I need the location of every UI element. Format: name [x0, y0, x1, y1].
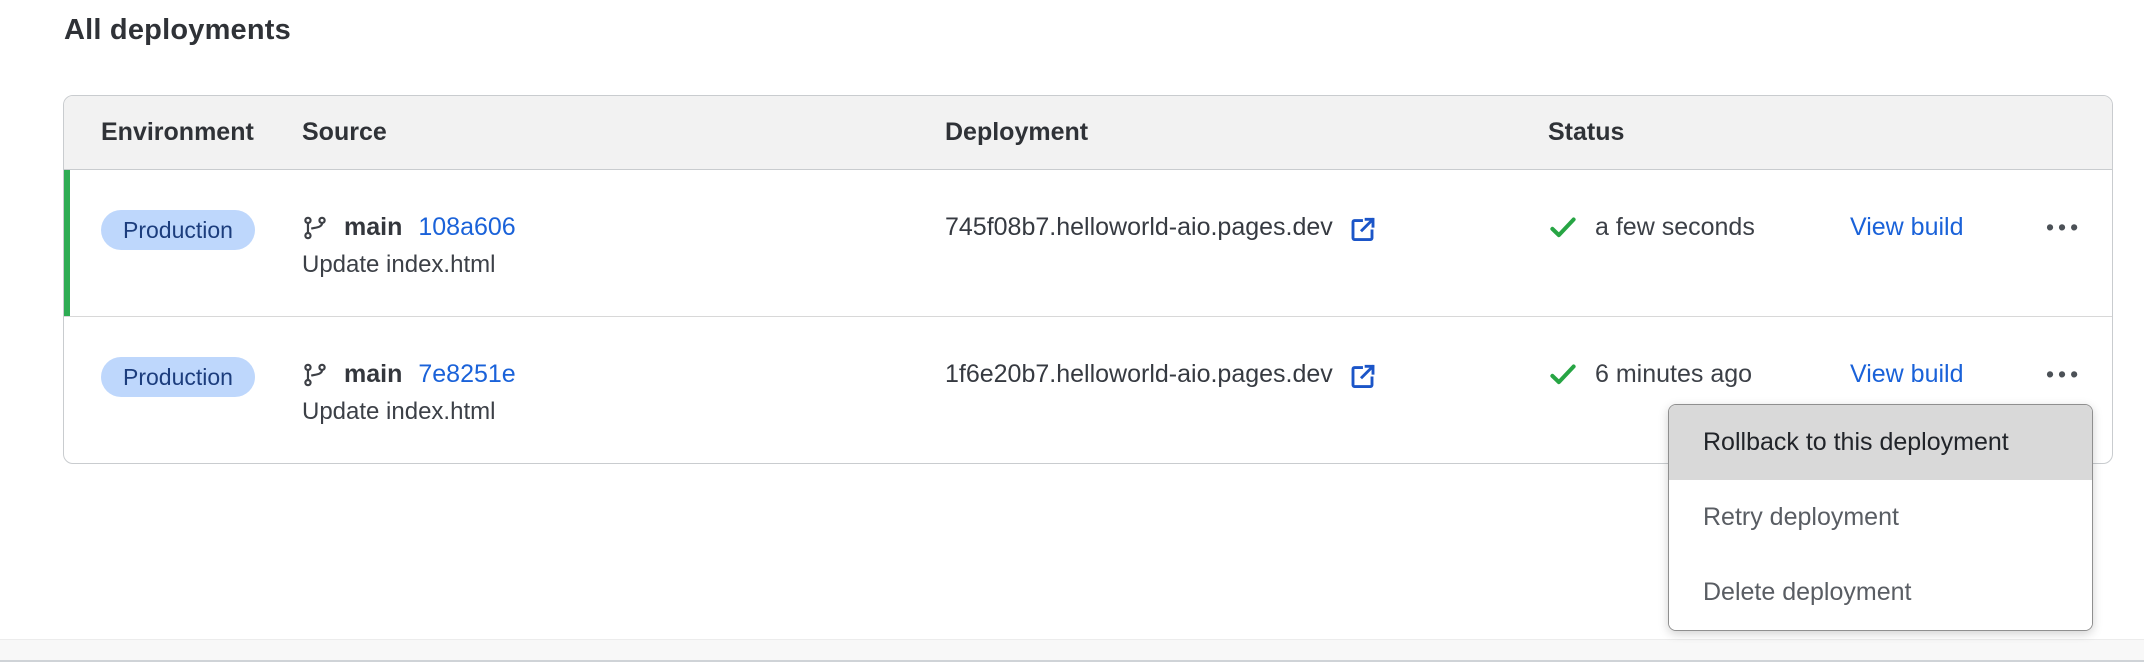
section-divider: [0, 639, 2144, 662]
status-cell: 6 minutes ago: [1548, 317, 1850, 391]
menu-item-retry[interactable]: Retry deployment: [1669, 480, 2092, 555]
deployments-page: { "title": "All deployments", "table": {…: [0, 0, 2144, 662]
git-branch-icon: [302, 362, 328, 388]
row-actions-button[interactable]: •••: [2046, 210, 2082, 244]
table-row-current-deployment: Production main 108a606 Update index.htm…: [64, 170, 2112, 316]
row-actions-cell: •••: [2046, 170, 2112, 244]
deployment-url: 1f6e20b7.helloworld-aio.pages.dev: [945, 357, 1333, 391]
environment-cell: Production: [101, 317, 302, 397]
environment-badge: Production: [101, 357, 255, 397]
view-build-link[interactable]: View build: [1850, 213, 1964, 241]
header-deployment: Deployment: [945, 118, 1548, 147]
external-link-icon[interactable]: [1348, 214, 1378, 244]
menu-item-rollback[interactable]: Rollback to this deployment: [1669, 405, 2092, 480]
header-source: Source: [302, 118, 945, 147]
deployment-cell: 745f08b7.helloworld-aio.pages.dev: [945, 170, 1548, 244]
branch-name: main: [344, 210, 402, 244]
page-title: All deployments: [64, 14, 291, 47]
status-text: a few seconds: [1595, 210, 1755, 244]
view-build-cell: View build: [1850, 317, 2046, 391]
branch-name: main: [344, 357, 402, 391]
external-link-icon[interactable]: [1348, 361, 1378, 391]
status-cell: a few seconds: [1548, 170, 1850, 244]
environment-cell: Production: [101, 170, 302, 250]
status-text: 6 minutes ago: [1595, 357, 1752, 391]
environment-badge: Production: [101, 210, 255, 250]
check-icon: [1548, 212, 1578, 242]
row-actions-cell: •••: [2046, 317, 2112, 391]
menu-item-delete[interactable]: Delete deployment: [1669, 555, 2092, 630]
check-icon: [1548, 359, 1578, 389]
table-header-row: Environment Source Deployment Status: [64, 96, 2112, 170]
source-cell: main 7e8251e Update index.html: [302, 317, 945, 429]
view-build-link[interactable]: View build: [1850, 360, 1964, 388]
deployment-cell: 1f6e20b7.helloworld-aio.pages.dev: [945, 317, 1548, 391]
row-actions-button[interactable]: •••: [2046, 357, 2082, 391]
header-status: Status: [1548, 118, 1850, 147]
header-environment: Environment: [101, 118, 302, 147]
commit-message: Update index.html: [302, 248, 945, 282]
view-build-cell: View build: [1850, 170, 2046, 244]
commit-link[interactable]: 7e8251e: [418, 357, 515, 391]
source-cell: main 108a606 Update index.html: [302, 170, 945, 282]
git-branch-icon: [302, 215, 328, 241]
deployment-actions-menu: Rollback to this deployment Retry deploy…: [1668, 404, 2093, 631]
commit-message: Update index.html: [302, 395, 945, 429]
commit-link[interactable]: 108a606: [418, 210, 515, 244]
deployment-url: 745f08b7.helloworld-aio.pages.dev: [945, 210, 1333, 244]
